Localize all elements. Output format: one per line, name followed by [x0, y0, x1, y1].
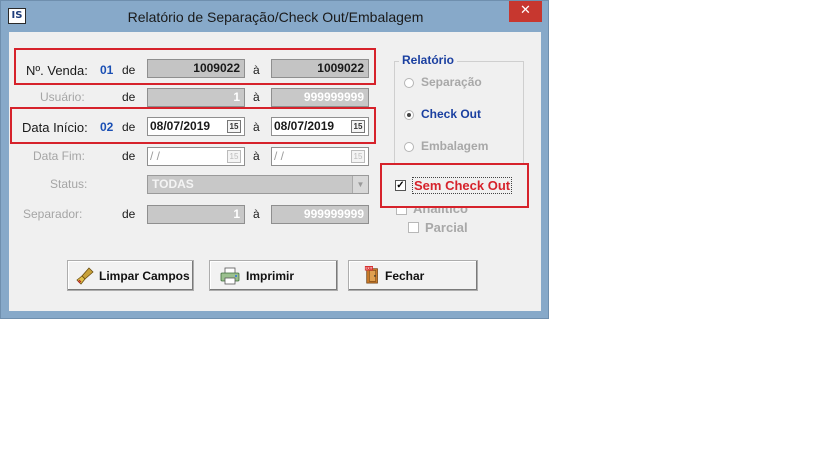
data-fim-label: Data Fim:	[33, 149, 86, 163]
separador-from-input[interactable]: 1	[147, 205, 245, 224]
data-fim-a-label: à	[253, 149, 260, 163]
separador-label: Separador:	[23, 207, 83, 221]
svg-text:EXIT: EXIT	[365, 267, 372, 271]
imprimir-button[interactable]: Imprimir	[209, 260, 338, 291]
parcial-label: Parcial	[425, 220, 468, 235]
fechar-label: Fechar	[385, 269, 425, 283]
calendar-icon[interactable]: 15	[227, 150, 241, 163]
venda-to-input[interactable]: 1009022	[271, 59, 369, 78]
venda-a-label: à	[253, 63, 260, 77]
venda-number: 01	[100, 63, 114, 77]
data-inicio-label: Data Início:	[22, 120, 88, 135]
data-inicio-de-label: de	[122, 120, 136, 134]
status-select[interactable]: TODAS ▼	[147, 175, 369, 194]
usuario-from-input[interactable]: 1	[147, 88, 245, 107]
limpar-campos-label: Limpar Campos	[99, 269, 190, 283]
fechar-button[interactable]: EXIT Fechar	[348, 260, 478, 291]
venda-from-input[interactable]: 1009022	[147, 59, 245, 78]
radio-check-out[interactable]	[404, 110, 414, 120]
usuario-a-label: à	[253, 90, 260, 104]
data-fim-de-label: de	[122, 149, 136, 163]
data-fim-from-value: / /	[150, 149, 161, 163]
calendar-icon[interactable]: 15	[227, 120, 241, 133]
printer-icon	[220, 267, 240, 285]
separador-a-label: à	[253, 207, 260, 221]
broom-icon	[76, 267, 94, 285]
close-button[interactable]: ✕	[509, 1, 542, 22]
imprimir-label: Imprimir	[246, 269, 295, 283]
usuario-de-label: de	[122, 90, 136, 104]
radio-embalagem[interactable]	[404, 142, 414, 152]
separador-to-input[interactable]: 999999999	[271, 205, 369, 224]
client-area: Nº. Venda: 01 de 1009022 à 1009022 Usuár…	[9, 32, 541, 311]
venda-de-label: de	[122, 63, 136, 77]
usuario-label: Usuário:	[40, 90, 85, 104]
exit-door-icon: EXIT	[364, 266, 378, 284]
data-inicio-number: 02	[100, 120, 114, 134]
separador-de-label: de	[122, 207, 136, 221]
title-bar[interactable]: IS Relatório de Separação/Check Out/Emba…	[1, 1, 550, 32]
radio-embalagem-label: Embalagem	[421, 139, 489, 153]
radio-separacao[interactable]	[404, 78, 414, 88]
chevron-down-icon[interactable]: ▼	[352, 176, 368, 193]
calendar-icon[interactable]: 15	[351, 120, 365, 133]
status-label: Status:	[50, 177, 88, 191]
limpar-campos-button[interactable]: Limpar Campos	[67, 260, 194, 291]
venda-label: Nº. Venda:	[26, 63, 88, 78]
parcial-checkbox[interactable]	[408, 222, 419, 233]
data-fim-from-input[interactable]: / / 15	[147, 147, 245, 166]
data-fim-to-value: / /	[274, 149, 285, 163]
usuario-to-input[interactable]: 999999999	[271, 88, 369, 107]
sem-check-out-label: Sem Check Out	[412, 177, 513, 194]
data-inicio-to-value: 08/07/2019	[274, 119, 335, 133]
window-title: Relatório de Separação/Check Out/Embalag…	[127, 9, 424, 25]
data-inicio-to-input[interactable]: 08/07/2019 15	[271, 117, 369, 136]
radio-separacao-label: Separação	[421, 75, 482, 89]
report-window: IS Relatório de Separação/Check Out/Emba…	[0, 0, 549, 319]
data-fim-to-input[interactable]: / / 15	[271, 147, 369, 166]
data-inicio-a-label: à	[253, 120, 260, 134]
radio-check-out-label: Check Out	[421, 107, 482, 121]
status-value: TODAS	[152, 177, 194, 191]
data-inicio-from-input[interactable]: 08/07/2019 15	[147, 117, 245, 136]
calendar-icon[interactable]: 15	[351, 150, 365, 163]
data-inicio-from-value: 08/07/2019	[150, 119, 211, 133]
relatorio-group-title: Relatório	[399, 53, 458, 67]
sem-check-out-checkbox[interactable]: ✓	[395, 180, 406, 191]
